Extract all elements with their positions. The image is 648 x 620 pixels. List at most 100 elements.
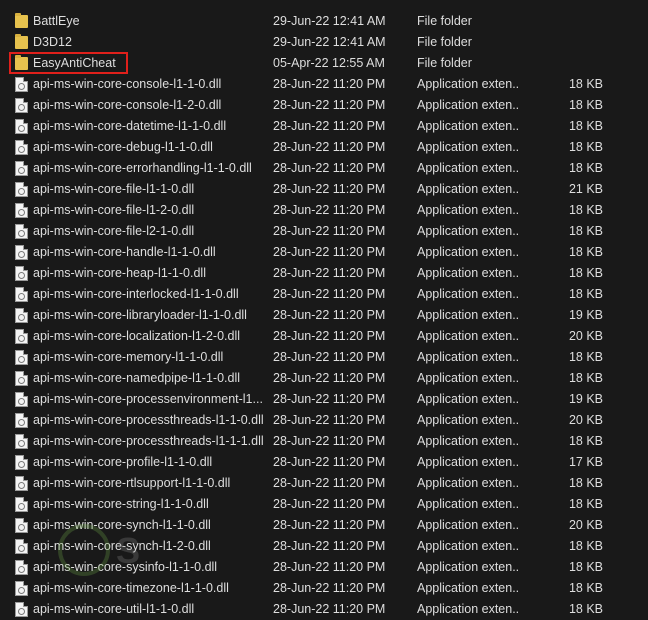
dll-file-icon [15, 287, 28, 302]
file-row[interactable]: api-ms-win-core-handle-l1-1-0.dll 28-Jun-… [0, 242, 648, 263]
dll-file-icon [15, 266, 28, 281]
file-type: File folder [417, 14, 472, 28]
file-row[interactable]: api-ms-win-core-localization-l1-2-0.dll 2… [0, 326, 648, 347]
date-modified: 28-Jun-22 11:20 PM [273, 581, 386, 595]
file-row[interactable]: api-ms-win-core-interlocked-l1-1-0.dll 28… [0, 284, 648, 305]
file-row[interactable]: api-ms-win-core-rtlsupport-l1-1-0.dll 28-… [0, 473, 648, 494]
file-row[interactable]: api-ms-win-core-file-l1-2-0.dll 28-Jun-22… [0, 200, 648, 221]
file-type: Application exten... [417, 287, 520, 301]
file-type: Application exten... [417, 392, 520, 406]
file-type: Application exten... [417, 308, 520, 322]
file-name: EasyAntiCheat [33, 56, 116, 70]
file-row[interactable]: api-ms-win-core-memory-l1-1-0.dll 28-Jun-… [0, 347, 648, 368]
file-row[interactable]: api-ms-win-core-string-l1-1-0.dll 28-Jun-… [0, 494, 648, 515]
file-size: 18 KB [568, 371, 603, 385]
folder-row[interactable]: EasyAntiCheat 05-Apr-22 12:55 AM File fold… [0, 53, 648, 74]
file-size: 17 KB [568, 455, 603, 469]
folder-row[interactable]: BattlEye 29-Jun-22 12:41 AM File folder [0, 11, 648, 32]
file-type: Application exten... [417, 518, 520, 532]
file-size: 18 KB [568, 245, 603, 259]
date-modified: 28-Jun-22 11:20 PM [273, 119, 386, 133]
dll-file-icon [15, 203, 28, 218]
file-name: api-ms-win-core-synch-l1-1-0.dll [33, 518, 211, 532]
file-name: BattlEye [33, 14, 80, 28]
file-row[interactable]: api-ms-win-core-errorhandling-l1-1-0.dll… [0, 158, 648, 179]
file-row[interactable]: api-ms-win-core-timezone-l1-1-0.dll 28-Ju… [0, 578, 648, 599]
date-modified: 28-Jun-22 11:20 PM [273, 98, 386, 112]
file-type: Application exten... [417, 224, 520, 238]
dll-file-icon [15, 350, 28, 365]
file-type: Application exten... [417, 581, 520, 595]
file-row[interactable]: api-ms-win-core-util-l1-1-0.dll 28-Jun-22… [0, 599, 648, 620]
file-size: 18 KB [568, 203, 603, 217]
date-modified: 28-Jun-22 11:20 PM [273, 266, 386, 280]
file-type: Application exten... [417, 434, 520, 448]
file-size: 18 KB [568, 434, 603, 448]
date-modified: 28-Jun-22 11:20 PM [273, 182, 386, 196]
file-row[interactable]: api-ms-win-core-synch-l1-2-0.dll 28-Jun-2… [0, 536, 648, 557]
file-size: 18 KB [568, 560, 603, 574]
dll-file-icon [15, 308, 28, 323]
file-row[interactable]: api-ms-win-core-processthreads-l1-1-0.dl… [0, 410, 648, 431]
file-name: api-ms-win-core-util-l1-1-0.dll [33, 602, 195, 616]
file-type: Application exten... [417, 140, 520, 154]
dll-file-icon [15, 371, 28, 386]
file-name: api-ms-win-core-file-l1-2-0.dll [33, 203, 195, 217]
date-modified: 28-Jun-22 11:20 PM [273, 455, 386, 469]
file-row[interactable]: api-ms-win-core-processenvironment-l1...… [0, 389, 648, 410]
file-size: 18 KB [568, 119, 603, 133]
file-row[interactable]: api-ms-win-core-datetime-l1-1-0.dll 28-Ju… [0, 116, 648, 137]
file-row[interactable]: api-ms-win-core-libraryloader-l1-1-0.dll… [0, 305, 648, 326]
file-size: 18 KB [568, 350, 603, 364]
date-modified: 28-Jun-22 11:20 PM [273, 287, 386, 301]
file-row[interactable]: api-ms-win-core-heap-l1-1-0.dll 28-Jun-22… [0, 263, 648, 284]
file-row[interactable]: api-ms-win-core-namedpipe-l1-1-0.dll 28-J… [0, 368, 648, 389]
file-row[interactable]: api-ms-win-core-processthreads-l1-1-1.dl… [0, 431, 648, 452]
file-name: api-ms-win-core-rtlsupport-l1-1-0.dll [33, 476, 231, 490]
file-size: 19 KB [568, 392, 603, 406]
date-modified: 28-Jun-22 11:20 PM [273, 140, 386, 154]
file-name: api-ms-win-core-handle-l1-1-0.dll [33, 245, 216, 259]
file-name: api-ms-win-core-console-l1-2-0.dll [33, 98, 222, 112]
file-row[interactable]: api-ms-win-core-file-l2-1-0.dll 28-Jun-22… [0, 221, 648, 242]
file-type: Application exten... [417, 266, 520, 280]
file-type: Application exten... [417, 119, 520, 133]
file-name: api-ms-win-core-datetime-l1-1-0.dll [33, 119, 227, 133]
file-type: Application exten... [417, 98, 520, 112]
file-row[interactable]: api-ms-win-core-file-l1-1-0.dll 28-Jun-22… [0, 179, 648, 200]
file-name: api-ms-win-core-processenvironment-l1... [33, 392, 263, 406]
file-size: 18 KB [568, 581, 603, 595]
file-type: File folder [417, 35, 472, 49]
date-modified: 28-Jun-22 11:20 PM [273, 308, 386, 322]
file-size: 18 KB [568, 224, 603, 238]
file-row[interactable]: api-ms-win-core-synch-l1-1-0.dll 28-Jun-2… [0, 515, 648, 536]
file-row[interactable]: api-ms-win-core-sysinfo-l1-1-0.dll 28-Jun… [0, 557, 648, 578]
file-size: 18 KB [568, 266, 603, 280]
dll-file-icon [15, 497, 28, 512]
dll-file-icon [15, 455, 28, 470]
file-size: 20 KB [568, 518, 603, 532]
folder-row[interactable]: D3D12 29-Jun-22 12:41 AM File folder [0, 32, 648, 53]
file-row[interactable]: api-ms-win-core-profile-l1-1-0.dll 28-Jun… [0, 452, 648, 473]
folder-icon [15, 13, 28, 28]
file-row[interactable]: api-ms-win-core-debug-l1-1-0.dll 28-Jun-2… [0, 137, 648, 158]
file-type: Application exten... [417, 497, 520, 511]
file-row[interactable]: api-ms-win-core-console-l1-1-0.dll 28-Jun… [0, 74, 648, 95]
file-name: api-ms-win-core-synch-l1-2-0.dll [33, 539, 211, 553]
dll-file-icon [15, 224, 28, 239]
dll-file-icon [15, 434, 28, 449]
date-modified: 28-Jun-22 11:20 PM [273, 350, 386, 364]
file-name: api-ms-win-core-memory-l1-1-0.dll [33, 350, 224, 364]
file-name: api-ms-win-core-console-l1-1-0.dll [33, 77, 222, 91]
file-type: Application exten... [417, 350, 520, 364]
date-modified: 28-Jun-22 11:20 PM [273, 203, 386, 217]
file-type: Application exten... [417, 413, 520, 427]
dll-file-icon [15, 329, 28, 344]
file-type: File folder [417, 56, 472, 70]
file-type: Application exten... [417, 455, 520, 469]
folder-icon [15, 34, 28, 49]
file-row[interactable]: api-ms-win-core-console-l1-2-0.dll 28-Jun… [0, 95, 648, 116]
date-modified: 05-Apr-22 12:55 AM [273, 56, 385, 70]
file-type: Application exten... [417, 329, 520, 343]
date-modified: 28-Jun-22 11:20 PM [273, 518, 386, 532]
